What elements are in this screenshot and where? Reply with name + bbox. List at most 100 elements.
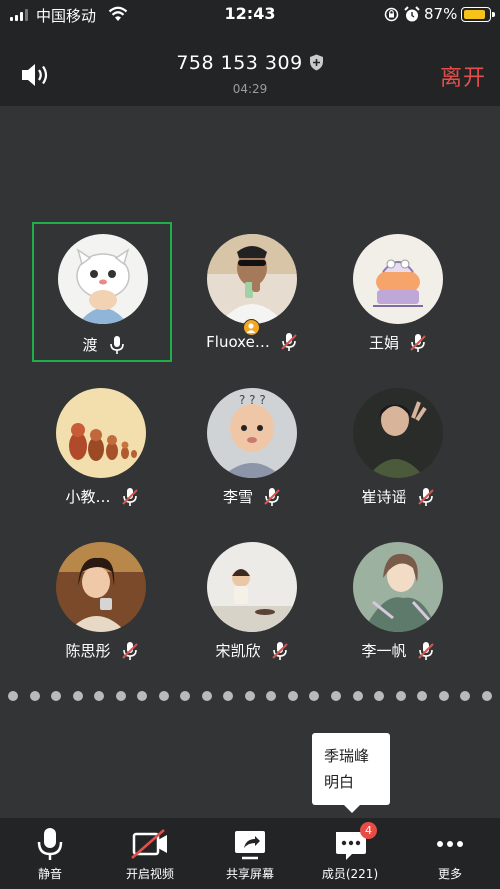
alarm-icon <box>404 6 420 22</box>
share-screen-icon <box>235 831 265 860</box>
members-label: 成员(221) <box>321 867 379 881</box>
avatar <box>56 542 146 632</box>
video-off-icon <box>131 829 167 859</box>
page-dot[interactable] <box>330 691 341 701</box>
page-dot[interactable] <box>374 691 385 701</box>
page-dot[interactable] <box>438 691 449 701</box>
avatar <box>56 388 146 478</box>
participant-name: Fluoxe… <box>206 333 270 351</box>
avatar <box>353 542 443 632</box>
page-dot[interactable] <box>72 691 83 701</box>
mic-muted-icon <box>264 487 280 506</box>
participant-tile[interactable]: 小教… <box>32 376 172 516</box>
avatar <box>58 234 148 324</box>
meeting-id[interactable]: 758 153 309 <box>0 52 500 74</box>
participant-name: 小教… <box>65 488 111 506</box>
meeting-id-text: 758 153 309 <box>176 52 303 74</box>
avatar <box>207 542 297 632</box>
unread-badge: 4 <box>360 822 377 839</box>
page-dot[interactable] <box>180 691 191 701</box>
members-button[interactable]: 4 成员(221) <box>305 818 395 889</box>
participant-label: Fluoxe… <box>179 332 325 352</box>
chat-preview-tooltip[interactable]: 季瑞峰 明白 <box>312 733 390 813</box>
mic-muted-icon <box>121 641 138 660</box>
battery-icon <box>461 7 495 22</box>
page-dot[interactable] <box>309 691 320 701</box>
page-dot[interactable] <box>352 691 363 701</box>
participant-name: 王娟 <box>368 334 399 352</box>
participant-label: 小教… <box>29 486 175 507</box>
participant-tile[interactable]: 渡 <box>32 222 172 362</box>
mute-button[interactable]: 静音 <box>5 818 95 889</box>
mic-muted-icon <box>281 333 297 351</box>
participant-tile[interactable]: 李一帆 <box>325 530 465 670</box>
mic-muted-icon <box>271 641 288 660</box>
share-label: 共享屏幕 <box>225 867 274 881</box>
participant-label: 宋凯欣 <box>179 640 325 661</box>
participant-tile[interactable]: Fluoxe… <box>179 222 319 362</box>
participant-name: 陈思彤 <box>65 642 111 660</box>
battery-fill <box>464 10 485 19</box>
participant-tile[interactable]: ? ? ? 李雪 <box>179 376 319 516</box>
page-dot[interactable] <box>223 691 234 701</box>
more-button[interactable]: 更多 <box>405 818 495 889</box>
rotation-lock-icon <box>384 7 399 22</box>
avatar: ? ? ? <box>207 388 297 478</box>
page-dot[interactable] <box>460 691 471 701</box>
leave-button[interactable]: 离开 <box>440 60 486 92</box>
page-dot[interactable] <box>137 691 148 701</box>
participant-tile[interactable]: 陈思彤 <box>32 530 172 670</box>
participant-name: 渡 <box>82 336 98 354</box>
mic-muted-icon <box>417 641 434 660</box>
mute-label: 静音 <box>37 867 62 881</box>
mic-muted-icon <box>121 487 138 506</box>
top-bar: 中国移动 12:43 87% 758 153 309 04:29 离开 <box>0 0 500 106</box>
participant-label: 陈思彤 <box>29 640 175 661</box>
participant-label: 崔诗谣 <box>325 486 471 507</box>
bottom-toolbar: 静音 开启视频 共享屏幕 4 成员(221) 更多 <box>0 818 500 889</box>
more-icon <box>437 841 463 847</box>
participant-tile[interactable]: 王娟 <box>325 222 465 362</box>
page-dot[interactable] <box>51 691 62 701</box>
participant-label: 李一帆 <box>325 640 471 661</box>
participant-name: 李一帆 <box>361 642 407 660</box>
participant-tile[interactable]: 崔诗谣 <box>325 376 465 516</box>
participant-label: 王娟 <box>325 332 471 353</box>
participant-name: 李雪 <box>222 488 253 506</box>
tooltip-sender: 季瑞峰 <box>324 747 370 765</box>
mic-muted-icon <box>417 487 434 506</box>
page-dot[interactable] <box>287 691 298 701</box>
avatar <box>353 234 443 324</box>
page-dot[interactable] <box>417 691 428 701</box>
status-bar: 中国移动 12:43 87% <box>0 0 500 30</box>
more-label: 更多 <box>437 867 462 881</box>
page-indicator[interactable] <box>8 691 492 701</box>
avatar <box>353 388 443 478</box>
page-dot[interactable] <box>244 691 255 701</box>
tooltip-message: 明白 <box>324 773 355 791</box>
meeting-duration: 04:29 <box>232 82 268 96</box>
share-screen-button[interactable]: 共享屏幕 <box>205 818 295 889</box>
participant-tile[interactable]: 宋凯欣 <box>179 530 319 670</box>
page-dot[interactable] <box>8 691 18 701</box>
page-dot[interactable] <box>481 691 492 701</box>
avatar <box>207 234 297 324</box>
page-dot[interactable] <box>266 691 277 701</box>
page-dot[interactable] <box>395 691 406 701</box>
page-dot[interactable] <box>115 691 126 701</box>
page-dot[interactable] <box>158 691 169 701</box>
participant-label: 李雪 <box>179 486 325 507</box>
participant-name: 崔诗谣 <box>361 488 407 506</box>
mic-icon <box>109 335 124 354</box>
shield-icon <box>309 54 323 71</box>
participant-name: 宋凯欣 <box>215 642 261 660</box>
svg-text:? ? ?: ? ? ? <box>239 393 266 407</box>
mic-muted-icon <box>410 333 426 352</box>
page-dot[interactable] <box>94 691 105 701</box>
video-label: 开启视频 <box>125 867 174 881</box>
participant-label: 渡 <box>31 334 177 355</box>
page-dot[interactable] <box>29 691 40 701</box>
start-video-button[interactable]: 开启视频 <box>105 818 195 889</box>
page-dot[interactable] <box>201 691 212 701</box>
microphone-icon <box>37 828 63 860</box>
